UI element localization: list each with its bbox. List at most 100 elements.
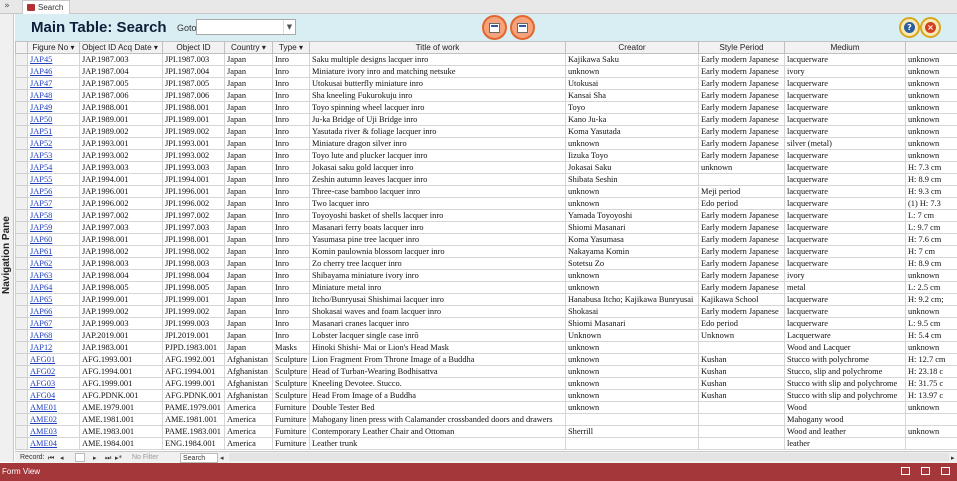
table-cell[interactable]: Hanabusa Itcho; Kajikawa Bunryusai bbox=[565, 293, 699, 306]
table-cell[interactable]: unknown bbox=[565, 353, 699, 366]
table-cell[interactable]: unknown bbox=[905, 125, 957, 138]
table-cell[interactable]: Inro bbox=[272, 113, 310, 126]
table-cell[interactable]: H: 5.4 cm bbox=[905, 329, 957, 342]
table-cell[interactable]: Japan bbox=[224, 149, 273, 162]
table-cell[interactable]: JPI.1989.002 bbox=[162, 125, 225, 138]
table-cell[interactable]: Mahogany linen press with Calamander cro… bbox=[309, 413, 566, 426]
table-cell[interactable]: JAP.1994.001 bbox=[79, 173, 163, 186]
table-cell[interactable]: Early modern Japanese bbox=[698, 101, 785, 114]
table-cell[interactable]: Early modern Japanese bbox=[698, 77, 785, 90]
table-cell[interactable]: unknown bbox=[905, 149, 957, 162]
table-cell[interactable]: H: 7.3 cm bbox=[905, 161, 957, 174]
record-selector[interactable] bbox=[15, 425, 28, 438]
table-cell[interactable]: JAP.1998.005 bbox=[79, 281, 163, 294]
table-cell[interactable]: Nakayama Komin bbox=[565, 245, 699, 258]
table-cell[interactable]: Zeshin autumn leaves lacquer inro bbox=[309, 173, 566, 186]
table-cell[interactable]: Shiomi Masanari bbox=[565, 221, 699, 234]
table-cell[interactable]: JAP.1998.004 bbox=[79, 269, 163, 282]
record-selector[interactable] bbox=[15, 245, 28, 258]
figure-link[interactable]: JAP59 bbox=[27, 221, 80, 234]
table-cell[interactable]: Furniture bbox=[272, 425, 310, 438]
previous-record-icon[interactable]: ◂ bbox=[60, 453, 64, 463]
table-cell[interactable]: lacquerware bbox=[784, 197, 906, 210]
table-cell[interactable]: L: 2.5 cm bbox=[905, 281, 957, 294]
table-cell[interactable]: Japan bbox=[224, 245, 273, 258]
table-row[interactable]: JAP65 JAP.1999.001 JPI.1999.001 Japan Inro It… bbox=[15, 293, 957, 306]
table-cell[interactable]: America bbox=[224, 401, 273, 414]
table-cell[interactable]: AME.1981.001 bbox=[162, 413, 225, 426]
table-cell[interactable]: Early modern Japanese bbox=[698, 89, 785, 102]
table-cell[interactable]: Japan bbox=[224, 257, 273, 270]
table-cell[interactable]: lacquerware bbox=[784, 89, 906, 102]
figure-link[interactable]: JAP60 bbox=[27, 233, 80, 246]
table-cell[interactable]: Masks bbox=[272, 341, 310, 354]
figure-link[interactable]: JAP50 bbox=[27, 113, 80, 126]
table-cell[interactable]: unknown bbox=[905, 77, 957, 90]
table-cell[interactable]: JAP.1996.001 bbox=[79, 185, 163, 198]
table-cell[interactable]: Japan bbox=[224, 101, 273, 114]
table-cell[interactable] bbox=[698, 413, 785, 426]
figure-link[interactable]: JAP57 bbox=[27, 197, 80, 210]
table-cell[interactable]: Stucco with slip and polychrome bbox=[784, 377, 906, 390]
table-cell[interactable]: Early modern Japanese bbox=[698, 125, 785, 138]
table-cell[interactable]: JAP.1989.002 bbox=[79, 125, 163, 138]
table-cell[interactable]: unknown bbox=[905, 305, 957, 318]
table-row[interactable]: JAP55 JAP.1994.001 JPI.1994.001 Japan Inro Ze… bbox=[15, 173, 957, 186]
table-cell[interactable]: Early modern Japanese bbox=[698, 245, 785, 258]
table-cell[interactable]: (1) H: 7.3 bbox=[905, 197, 957, 210]
table-cell[interactable]: Toyoyoshi basket of shells lacquer inro bbox=[309, 209, 566, 222]
record-selector[interactable] bbox=[15, 281, 28, 294]
table-cell[interactable]: Unknown bbox=[565, 329, 699, 342]
table-cell[interactable]: Inro bbox=[272, 293, 310, 306]
record-selector[interactable] bbox=[15, 161, 28, 174]
filter-toggle-button[interactable]: No Filter bbox=[132, 453, 158, 463]
figure-link[interactable]: JAP46 bbox=[27, 65, 80, 78]
figure-link[interactable]: AFG03 bbox=[27, 377, 80, 390]
table-cell[interactable]: JPI.1996.002 bbox=[162, 197, 225, 210]
table-cell[interactable]: lacquerware bbox=[784, 221, 906, 234]
table-cell[interactable]: unknown bbox=[905, 53, 957, 66]
table-cell[interactable]: JPI.1998.002 bbox=[162, 245, 225, 258]
select-all-cell[interactable] bbox=[15, 41, 28, 54]
table-cell[interactable]: lacquerware bbox=[784, 53, 906, 66]
table-cell[interactable]: AFG.1994.001 bbox=[162, 365, 225, 378]
table-cell[interactable]: Early modern Japanese bbox=[698, 269, 785, 282]
table-cell[interactable]: JPI.1993.001 bbox=[162, 137, 225, 150]
table-cell[interactable]: Japan bbox=[224, 317, 273, 330]
table-cell[interactable]: H: 8.9 cm bbox=[905, 257, 957, 270]
table-cell[interactable]: Stucco with polychrome bbox=[784, 353, 906, 366]
table-cell[interactable]: JPI.1997.003 bbox=[162, 221, 225, 234]
figure-link[interactable]: AME02 bbox=[27, 413, 80, 426]
table-row[interactable]: JAP62 JAP.1998.003 JPI.1998.003 Japan Inro Zo… bbox=[15, 257, 957, 270]
table-cell[interactable]: Komin paulownia blossom lacquer inro bbox=[309, 245, 566, 258]
table-cell[interactable]: unknown bbox=[905, 401, 957, 414]
table-cell[interactable]: America bbox=[224, 413, 273, 426]
table-cell[interactable]: Utokusai butterfly miniature inro bbox=[309, 77, 566, 90]
table-cell[interactable]: JAP.1998.003 bbox=[79, 257, 163, 270]
table-cell[interactable]: lacquerware bbox=[784, 113, 906, 126]
table-cell[interactable]: Leather trunk bbox=[309, 437, 566, 450]
table-cell[interactable]: Inro bbox=[272, 281, 310, 294]
table-row[interactable]: JAP68 JAP.2019.001 JPI.2019.001 Japan Inro Lo… bbox=[15, 329, 957, 342]
table-row[interactable]: JAP58 JAP.1997.002 JPI.1997.002 Japan Inro To… bbox=[15, 209, 957, 222]
table-cell[interactable]: H: 23.18 c bbox=[905, 365, 957, 378]
table-cell[interactable]: AME.1983.001 bbox=[79, 425, 163, 438]
record-search-input[interactable]: Search bbox=[180, 453, 218, 463]
table-cell[interactable]: JAP.1998.001 bbox=[79, 233, 163, 246]
record-selector[interactable] bbox=[15, 413, 28, 426]
table-cell[interactable]: JAP.1987.006 bbox=[79, 89, 163, 102]
table-cell[interactable]: Inro bbox=[272, 209, 310, 222]
table-cell[interactable]: Japan bbox=[224, 77, 273, 90]
table-cell[interactable]: Yamada Toyoyoshi bbox=[565, 209, 699, 222]
table-cell[interactable]: JPI.1987.004 bbox=[162, 65, 225, 78]
table-cell[interactable]: Early modern Japanese bbox=[698, 65, 785, 78]
table-cell[interactable]: Masanari cranes lacquer inro bbox=[309, 317, 566, 330]
table-cell[interactable]: H: 7.6 cm bbox=[905, 233, 957, 246]
table-cell[interactable]: Kansai Sha bbox=[565, 89, 699, 102]
table-cell[interactable]: Lion Fragment From Throne Image of a Bud… bbox=[309, 353, 566, 366]
table-cell[interactable]: Head of Turban-Wearing Bodhisattva bbox=[309, 365, 566, 378]
figure-link[interactable]: JAP61 bbox=[27, 245, 80, 258]
table-row[interactable]: JAP66 JAP.1999.002 JPI.1999.002 Japan Inro Sh… bbox=[15, 305, 957, 318]
table-cell[interactable]: Inro bbox=[272, 185, 310, 198]
table-cell[interactable]: JAP.1998.002 bbox=[79, 245, 163, 258]
